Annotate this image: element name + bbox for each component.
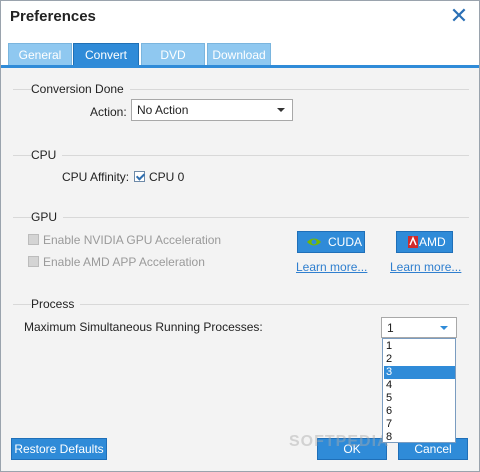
dropdown-option-highlighted[interactable]: 3 bbox=[384, 366, 455, 379]
max-processes-value: 1 bbox=[387, 321, 394, 335]
action-select[interactable]: No Action bbox=[131, 99, 293, 121]
cpu0-label: CPU 0 bbox=[149, 170, 185, 184]
cpu-affinity-label: CPU Affinity: bbox=[62, 170, 130, 184]
cpu0-checkbox[interactable] bbox=[134, 171, 145, 182]
dropdown-option[interactable]: 2 bbox=[384, 353, 455, 366]
dropdown-option[interactable]: 6 bbox=[384, 405, 455, 418]
process-section-label: Process bbox=[31, 297, 81, 311]
tab-general[interactable]: General bbox=[8, 43, 72, 67]
close-icon[interactable]: ✕ bbox=[447, 5, 471, 29]
dropdown-option[interactable]: 1 bbox=[384, 340, 455, 353]
gpu-section-label: GPU bbox=[31, 210, 64, 224]
max-processes-dropdown-list: 1 2 3 4 5 6 7 8 bbox=[382, 338, 456, 443]
section-divider bbox=[13, 155, 469, 156]
section-divider bbox=[13, 217, 469, 218]
dropdown-option[interactable]: 8 bbox=[384, 431, 455, 444]
section-divider bbox=[13, 304, 469, 305]
amd-button-label: AMD bbox=[419, 235, 446, 249]
chevron-down-icon bbox=[277, 108, 285, 112]
restore-defaults-button[interactable]: Restore Defaults bbox=[11, 438, 107, 460]
learn-more-cuda-link[interactable]: Learn more... bbox=[296, 260, 367, 274]
dropdown-option[interactable]: 4 bbox=[384, 379, 455, 392]
chevron-down-icon bbox=[440, 326, 448, 330]
dropdown-option[interactable]: 5 bbox=[384, 392, 455, 405]
amd-acceleration-label: Enable AMD APP Acceleration bbox=[43, 255, 205, 269]
cuda-button[interactable]: CUDA bbox=[297, 231, 365, 253]
title-bar: Preferences ✕ bbox=[1, 1, 479, 33]
action-label: Action: bbox=[90, 105, 127, 119]
max-processes-select[interactable]: 1 bbox=[381, 317, 457, 338]
window-title: Preferences bbox=[10, 8, 96, 25]
nvidia-acceleration-label: Enable NVIDIA GPU Acceleration bbox=[43, 233, 222, 247]
amd-acceleration-checkbox[interactable] bbox=[28, 256, 39, 267]
preferences-window: Preferences ✕ General Convert DVD Downlo… bbox=[0, 0, 480, 472]
learn-more-amd-link[interactable]: Learn more... bbox=[390, 260, 461, 274]
action-select-value: No Action bbox=[137, 103, 189, 117]
watermark: SOFTPEDIA bbox=[289, 433, 390, 450]
tab-download[interactable]: Download bbox=[207, 43, 271, 67]
cpu-section-label: CPU bbox=[31, 148, 63, 162]
nvidia-logo-icon bbox=[307, 238, 321, 246]
nvidia-acceleration-checkbox[interactable] bbox=[28, 234, 39, 245]
dropdown-option[interactable]: 7 bbox=[384, 418, 455, 431]
max-processes-label: Maximum Simultaneous Running Processes: bbox=[24, 320, 263, 334]
amd-button[interactable]: AMD bbox=[396, 231, 453, 253]
conversion-section-label: Conversion Done bbox=[31, 82, 130, 96]
tab-bar: General Convert DVD Download bbox=[1, 33, 479, 68]
tab-dvd[interactable]: DVD bbox=[141, 43, 205, 67]
cuda-button-label: CUDA bbox=[328, 235, 363, 249]
